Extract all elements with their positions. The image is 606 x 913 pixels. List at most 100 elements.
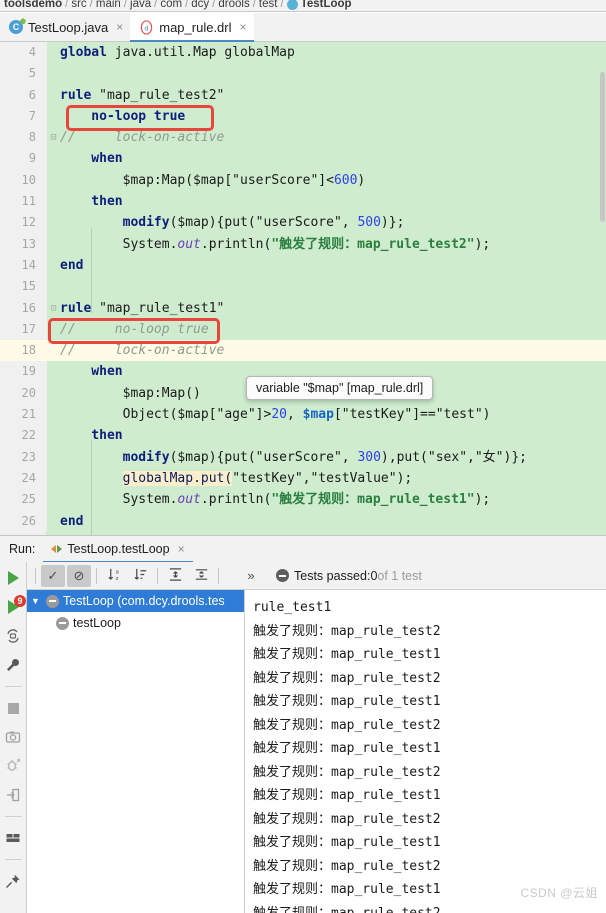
console-line: 触发了规则：map_rule_test2	[253, 623, 441, 639]
screenshot-icon[interactable]	[2, 727, 24, 747]
line-code[interactable]: global java.util.Map globalMap	[60, 42, 606, 63]
rerun-failed-tests-icon[interactable]: 9	[2, 595, 26, 617]
breadcrumb-item-6[interactable]: drools	[218, 0, 249, 10]
tab-testloop-java[interactable]: C TestLoop.java ×	[0, 13, 130, 41]
svg-text:z: z	[115, 576, 118, 582]
console-line: 触发了规则：map_rule_test1	[253, 788, 441, 803]
toolbar-divider	[35, 567, 36, 584]
drools-file-icon: d	[139, 19, 154, 35]
toolbar-divider	[96, 567, 97, 584]
editor-line[interactable]: 21 Object($map["age"]>20, $map["testKey"…	[0, 404, 606, 426]
line-code[interactable]: Object($map["age"]>20, $map["testKey"]==…	[60, 404, 606, 425]
rerun-tests-icon[interactable]	[2, 568, 24, 588]
layout-settings-icon[interactable]	[2, 828, 24, 848]
editor-line-current[interactable]: 18 // lock-on-active	[0, 340, 606, 362]
expand-all-icon	[168, 567, 183, 585]
editor-scrollbar-thumb[interactable]	[600, 72, 605, 222]
debug-icon[interactable]	[2, 756, 24, 776]
line-number: 15	[0, 276, 47, 298]
line-number: 20	[0, 382, 47, 405]
line-number: 11	[0, 191, 47, 213]
close-icon[interactable]: ×	[240, 20, 247, 34]
test-results-tree[interactable]: ▼ TestLoop (com.dcy.drools.tes testLoop	[27, 590, 245, 913]
test-settings-icon[interactable]	[2, 655, 24, 675]
stop-process-icon[interactable]	[2, 698, 24, 718]
breadcrumb-separator: /	[65, 0, 69, 10]
editor-line[interactable]: 17 // no-loop true	[0, 318, 606, 341]
line-number: 24	[0, 467, 47, 490]
breadcrumb-item-7[interactable]: test	[259, 0, 278, 10]
line-code[interactable]: then	[60, 191, 606, 212]
close-icon[interactable]: ×	[178, 542, 185, 556]
line-code[interactable]: modify($map){put("userScore", 500)};	[60, 212, 606, 233]
svg-text:d: d	[145, 24, 149, 32]
editor-scrollbar[interactable]	[599, 42, 606, 535]
hide-ignored-tests-toggle[interactable]: ⊘	[67, 564, 91, 587]
console-line: 触发了规则：map_rule_test2	[253, 811, 441, 827]
sort-by-duration-icon	[133, 567, 148, 585]
editor-line[interactable]: 7 no-loop true	[0, 105, 606, 128]
line-code[interactable]: then	[60, 425, 606, 446]
breadcrumb-item-3[interactable]: java	[130, 0, 151, 10]
svg-text:a: a	[115, 569, 118, 575]
line-code[interactable]: // no-loop true	[60, 319, 606, 340]
line-code[interactable]: $map:Map($map["userScore"]<600)	[60, 170, 606, 191]
breadcrumb-item-4[interactable]: com	[160, 0, 182, 10]
breadcrumb-item-5[interactable]: dcy	[191, 0, 209, 10]
tab-map-rule-drl[interactable]: d map_rule.drl ×	[130, 13, 254, 42]
editor-line[interactable]: 4 global java.util.Map globalMap	[0, 42, 606, 64]
editor-line[interactable]: 6 ⊟ rule "map_rule_test2"	[0, 84, 606, 143]
tree-node-testloop-method[interactable]: testLoop	[27, 612, 244, 634]
editor-line[interactable]: 5	[0, 63, 606, 85]
line-code[interactable]: no-loop true	[60, 106, 606, 127]
sort-alphabetically-button[interactable]: az	[102, 565, 126, 587]
collapse-all-button[interactable]	[189, 565, 213, 587]
sort-by-duration-button[interactable]	[128, 565, 152, 587]
console-line: 触发了规则：map_rule_test1	[253, 741, 441, 756]
close-icon[interactable]: ×	[116, 20, 123, 34]
run-tab-testloop-testloop[interactable]: TestLoop.testLoop ×	[43, 536, 193, 563]
breadcrumb-separator: /	[212, 0, 216, 10]
line-number: 4	[0, 42, 47, 64]
line-code[interactable]: end	[60, 255, 606, 276]
indent-guide	[91, 440, 92, 535]
line-number: 8	[0, 127, 47, 149]
sort-alphabetically-icon: az	[107, 567, 122, 585]
line-code[interactable]: rule "map_rule_test2"	[60, 85, 606, 106]
line-code[interactable]: // lock-on-active	[60, 340, 606, 361]
line-code[interactable]: System.out.println("触发了规则：map_rule_test2…	[60, 234, 606, 255]
editor-line[interactable]: 11 then	[0, 191, 606, 213]
editor-line[interactable]: 8 // lock-on-active	[0, 127, 606, 149]
pin-tab-icon[interactable]	[2, 871, 24, 891]
breadcrumb-item-0[interactable]: toolsdemo	[4, 0, 62, 10]
test-not-run-icon	[56, 616, 69, 630]
line-number: 6	[0, 84, 47, 106]
line-code[interactable]: modify($map){put("userScore", 300),put("…	[60, 447, 606, 468]
test-not-run-icon	[46, 594, 59, 608]
breadcrumb-item-8[interactable]: TestLoop	[301, 0, 352, 10]
breadcrumb[interactable]: toolsdemo / src / main / java / com / dc…	[0, 0, 606, 12]
code-editor[interactable]: 4 global java.util.Map globalMap 5 6 ⊟ r…	[0, 42, 606, 535]
line-code[interactable]	[60, 63, 606, 84]
editor-line[interactable]: 10 $map:Map($map["userScore"]<600)	[0, 169, 606, 192]
line-code[interactable]: when	[60, 148, 606, 169]
line-code[interactable]	[60, 276, 606, 297]
tree-node-testloop-class[interactable]: ▼ TestLoop (com.dcy.drools.tes	[27, 590, 244, 612]
toolbar-overflow-button[interactable]: »	[239, 565, 263, 587]
export-test-results-icon[interactable]	[2, 785, 24, 805]
breadcrumb-item-1[interactable]: src	[71, 0, 86, 10]
line-code[interactable]: // lock-on-active	[60, 127, 606, 148]
editor-line[interactable]: 9 when	[0, 148, 606, 170]
console-line: 触发了规则：map_rule_test1	[253, 835, 441, 850]
chevron-down-icon[interactable]: ▼	[31, 596, 42, 606]
toggle-auto-test-icon[interactable]	[2, 626, 24, 646]
breadcrumb-separator: /	[154, 0, 158, 10]
breadcrumb-item-2[interactable]: main	[96, 0, 121, 10]
line-code[interactable]: end	[60, 511, 606, 532]
console-output[interactable]: rule_test1 触发了规则：map_rule_test2 触发了规则：ma…	[245, 590, 606, 913]
expand-all-button[interactable]	[163, 565, 187, 587]
line-code[interactable]: System.out.println("触发了规则：map_rule_test1…	[60, 489, 606, 510]
line-code[interactable]: globalMap.put("testKey","testValue");	[60, 468, 606, 489]
line-code[interactable]: rule "map_rule_test1"	[60, 298, 606, 319]
show-passed-tests-toggle[interactable]: ✓	[41, 564, 65, 587]
